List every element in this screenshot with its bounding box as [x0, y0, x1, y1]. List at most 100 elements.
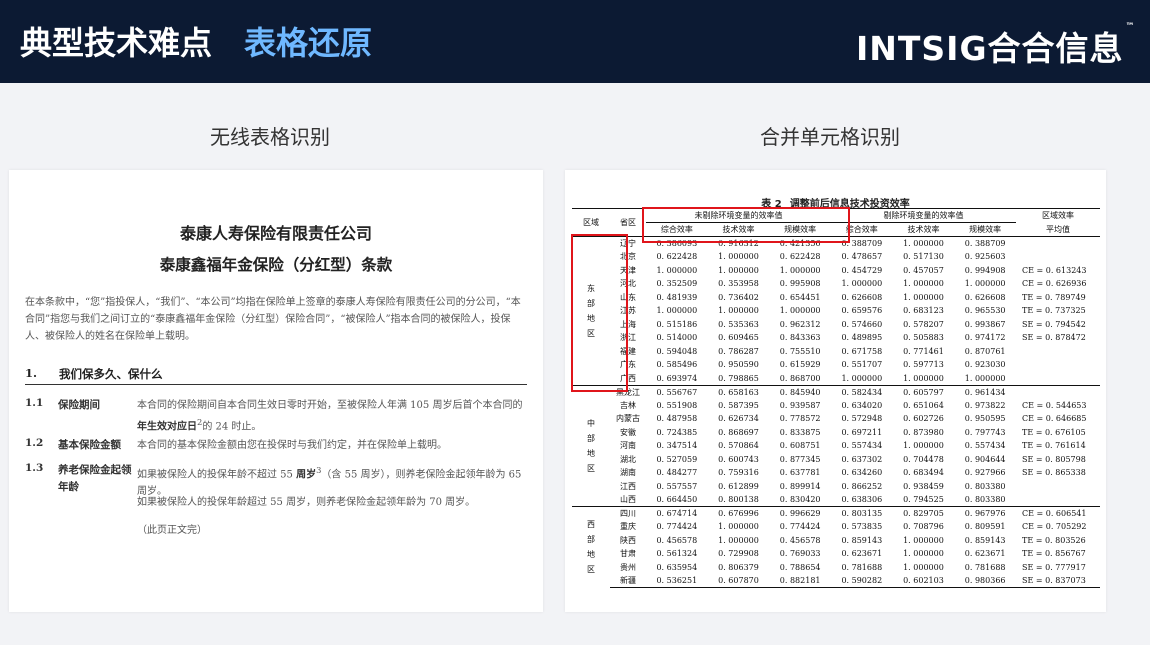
- table-row: 河南 0. 347514 0. 570864 0. 608751 0. 557434 1.…: [572, 439, 1100, 453]
- value-cell: 0. 965530: [964, 306, 1006, 316]
- province-cell: 新疆: [610, 574, 646, 588]
- value-cell: 0. 609465: [718, 333, 759, 343]
- average-cell: [1016, 345, 1100, 359]
- value-cell: 0. 962312: [779, 319, 821, 329]
- value-cell: 0. 866252: [841, 481, 883, 491]
- highlight-merged-region: [571, 234, 628, 392]
- value-cell: 0. 868700: [779, 373, 821, 383]
- average-cell: CE = 0. 613243: [1022, 265, 1087, 275]
- doc-intro-paragraph: 在本条款中，“您”指投保人，“我们”、“本公司”均指在保险单上签章的泰康人寿保险…: [25, 297, 521, 342]
- value-cell: 0. 590282: [830, 574, 893, 588]
- table-row: 山东 0. 481939 0. 736402 0. 654451 0. 626608 1.…: [572, 291, 1100, 305]
- value-cell: 0. 456578: [656, 535, 698, 545]
- section-title: 我们保多久、保什么: [59, 367, 163, 381]
- value-cell: 0. 845940: [769, 384, 831, 399]
- value-cell: 0. 635954: [656, 562, 698, 572]
- value-cell: 0. 961434: [954, 384, 1016, 399]
- average-cell: CE = 0. 626936: [1022, 279, 1087, 289]
- value-cell: 0. 634260: [841, 468, 883, 478]
- value-cell: 0. 671758: [841, 346, 883, 356]
- value-cell: 0. 626608: [964, 292, 1006, 302]
- value-cell: 1. 000000: [903, 441, 944, 451]
- clause-text: 如果被保险人的投保年龄不超过 55: [137, 469, 297, 481]
- table-row: 天津 1. 000000 1. 000000 1. 000000 0. 454729 0.…: [572, 264, 1100, 278]
- value-cell: 0. 973822: [964, 400, 1006, 410]
- value-cell: 0. 833875: [779, 427, 821, 437]
- value-cell: 0. 585496: [656, 360, 698, 370]
- logo-trademark: ™: [1125, 22, 1136, 32]
- value-cell: 0. 923030: [964, 360, 1006, 370]
- table-row: 湖南 0. 484277 0. 759316 0. 637781 0. 634260 0.…: [572, 466, 1100, 480]
- value-cell: 0. 708796: [903, 522, 944, 532]
- value-cell: 0. 484277: [656, 468, 698, 478]
- value-cell: 0. 654451: [779, 292, 821, 302]
- value-cell: 1. 000000: [903, 279, 944, 289]
- province-cell: 河南: [620, 441, 636, 451]
- value-cell: 1. 000000: [718, 306, 759, 316]
- value-cell: 0. 859143: [841, 535, 883, 545]
- region-char: 区: [587, 565, 595, 575]
- province-cell: 安徽: [620, 427, 636, 437]
- province-cell: 吉林: [620, 400, 636, 410]
- value-cell: 0. 536251: [646, 574, 708, 588]
- value-cell: 0. 729908: [718, 549, 759, 559]
- value-cell: 0. 561324: [656, 549, 698, 559]
- clause-bold-term: 周岁: [296, 469, 317, 481]
- value-cell: 1. 000000: [903, 549, 944, 559]
- value-cell: 0. 693974: [656, 373, 698, 383]
- value-cell: 0. 626734: [718, 414, 759, 424]
- value-cell: 1. 000000: [903, 562, 944, 572]
- value-cell: 0. 781688: [841, 562, 883, 572]
- value-cell: 0. 551707: [841, 360, 883, 370]
- province-cell: 四川: [610, 506, 646, 520]
- value-cell: 0. 572948: [841, 414, 883, 424]
- value-cell: 0. 481939: [656, 292, 698, 302]
- region-char: 中: [587, 418, 595, 428]
- header-region: 区域: [572, 208, 610, 237]
- region-char: 部: [587, 535, 595, 545]
- value-cell: 0. 736402: [718, 292, 759, 302]
- value-cell: 0. 557557: [656, 481, 698, 491]
- value-cell: 0. 615929: [779, 360, 821, 370]
- value-cell: 1. 000000: [718, 265, 759, 275]
- value-cell: 0. 996629: [769, 506, 831, 520]
- province-cell: 湖北: [620, 454, 636, 464]
- table-row: 西部地区四川 0. 674714 0. 676996 0. 996629 0. 8031…: [572, 506, 1100, 588]
- doc-product-title: 泰康鑫福年金保险（分红型）条款: [159, 255, 393, 274]
- table-row: 湖北 0. 527059 0. 600743 0. 877345 0. 637302 0.…: [572, 453, 1100, 467]
- value-cell: 0. 927966: [964, 468, 1006, 478]
- region-char: 地: [587, 448, 595, 458]
- province-cell: 内蒙古: [616, 414, 640, 424]
- value-cell: 0. 607870: [707, 574, 770, 588]
- value-cell: 0. 994908: [964, 265, 1006, 275]
- value-cell: 0. 582434: [830, 384, 893, 399]
- value-cell: 1. 000000: [779, 306, 821, 316]
- value-cell: 0. 634020: [841, 400, 883, 410]
- value-cell: 0. 573835: [841, 522, 883, 532]
- header-province: 省区: [610, 208, 646, 237]
- value-cell: 0. 925603: [964, 252, 1006, 262]
- value-cell: 0. 899914: [779, 481, 821, 491]
- value-cell: 0. 456578: [779, 535, 821, 545]
- value-cell: 0. 664450: [656, 495, 698, 504]
- value-cell: 1. 000000: [903, 239, 944, 248]
- value-cell: 0. 352509: [656, 279, 698, 289]
- region-cell: 西部地区: [572, 506, 610, 588]
- average-cell: [1016, 372, 1100, 386]
- table-row: 广东 0. 585496 0. 950590 0. 615929 0. 551707 0.…: [572, 358, 1100, 372]
- value-cell: 0. 478657: [841, 252, 883, 262]
- table-row: 河北 0. 352509 0. 353958 0. 995908 1. 000000 1.…: [572, 277, 1100, 291]
- table-row: 广西 0. 693974 0. 798865 0. 868700 1. 000000 1.…: [572, 372, 1100, 386]
- region-cell: 中部地区: [572, 384, 610, 507]
- value-cell: 0. 724385: [656, 427, 698, 437]
- province-cell: 湖南: [620, 468, 636, 478]
- value-cell: 0. 974172: [964, 333, 1006, 343]
- value-cell: 0. 993867: [964, 319, 1006, 329]
- table-row: 吉林 0. 551908 0. 587395 0. 939587 0. 634020 0.…: [572, 399, 1100, 413]
- average-cell: TE = 0. 737325: [1022, 306, 1086, 316]
- label-merged-cells: 合并单元格识别: [760, 125, 900, 149]
- table-row: 福建 0. 594048 0. 786287 0. 755510 0. 671758 0.…: [572, 345, 1100, 359]
- value-cell: 0. 759316: [718, 468, 759, 478]
- value-cell: 1. 000000: [718, 535, 759, 545]
- value-cell: 1. 000000: [779, 265, 821, 275]
